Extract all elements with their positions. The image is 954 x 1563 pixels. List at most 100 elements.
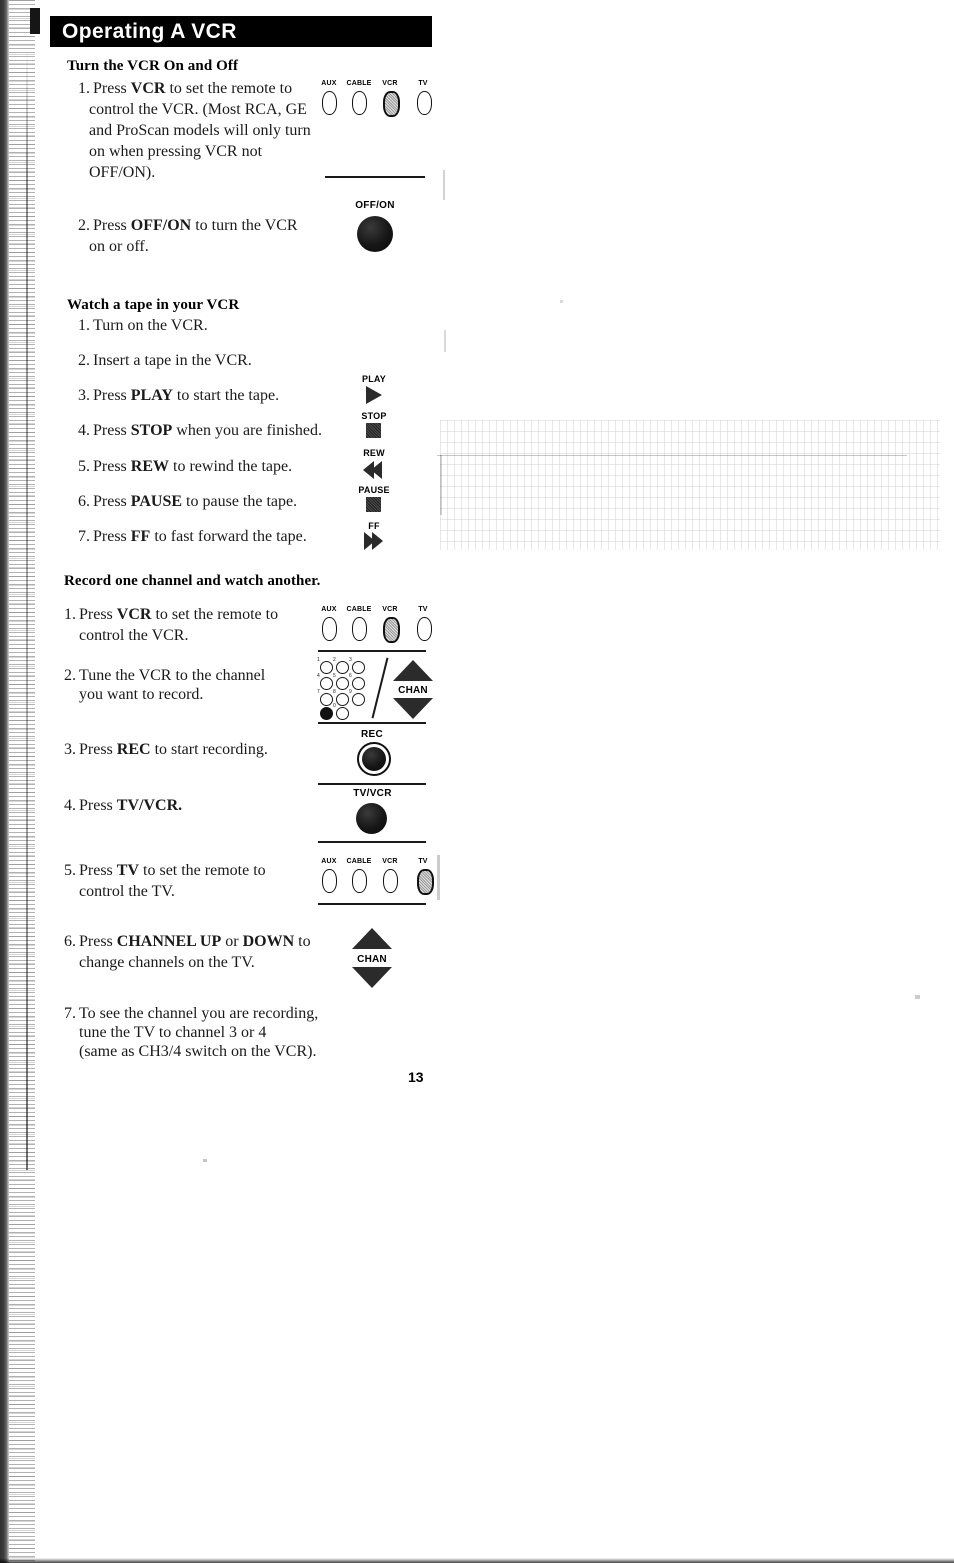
channel-up-arrow-icon[interactable] — [393, 660, 433, 681]
graphic-divider-rule — [318, 650, 426, 652]
graphic-divider-rule — [325, 176, 425, 178]
mode-button-cable[interactable] — [352, 91, 367, 115]
step-number: 6. — [64, 933, 76, 950]
mode-button-vcr[interactable] — [383, 91, 400, 117]
keypad-key-4[interactable] — [320, 677, 333, 690]
mode-button-aux[interactable] — [322, 91, 337, 115]
step-text-part: to pause the tape. — [182, 493, 298, 510]
offon-power-button[interactable] — [357, 216, 393, 252]
rec-record-button[interactable] — [357, 742, 391, 776]
step-bold-pause: PAUSE — [130, 493, 183, 510]
channel-down-arrow-icon-bottom[interactable] — [352, 967, 392, 988]
keypad-key-8[interactable] — [336, 693, 349, 706]
tvvcr-toggle-button[interactable] — [356, 803, 387, 834]
step-text-part: Press — [93, 422, 131, 439]
keypad-key-3[interactable] — [352, 661, 365, 674]
stop-button-label: STOP — [361, 411, 387, 421]
mode-label-vcr: VCR — [382, 606, 398, 613]
step-text-part: Press — [93, 387, 131, 404]
step-text-line: control the VCR. (Most RCA, GE — [89, 101, 307, 118]
stop-square-icon[interactable] — [366, 423, 381, 438]
step-text-press-stop: Press STOP when you are finished. — [93, 420, 343, 441]
mode-button-tv[interactable] — [417, 617, 432, 641]
play-button-label: PLAY — [362, 374, 386, 384]
rew-button-label: REW — [363, 448, 385, 458]
step-number: 5. — [64, 862, 76, 879]
step-text-line: OFF/ON). — [89, 164, 156, 181]
step-text-see-recording-channel: To see the channel you are recording, — [79, 1005, 319, 1022]
step-text-line: change channels on the TV. — [79, 954, 255, 971]
step-bold-offon: OFF/ON — [130, 217, 192, 234]
manual-page: Operating A VCR Turn the VCR On and Off … — [0, 0, 954, 1563]
step-text-part: Press — [79, 606, 117, 623]
keypad-divider-slash — [371, 657, 389, 719]
step-text-press-offon: Press OFF/ON to turn the VCR — [93, 215, 323, 236]
step-text-line: tune the TV to channel 3 or 4 — [79, 1024, 267, 1041]
step-bold-stop: STOP — [130, 422, 173, 439]
keypad-key-6[interactable] — [352, 677, 365, 690]
step-text-line: on or off. — [89, 238, 149, 255]
mode-button-cable[interactable] — [352, 617, 367, 641]
keypad-key-7[interactable] — [320, 693, 333, 706]
key-number-label: 6 — [349, 673, 352, 679]
ff-button-label: FF — [368, 521, 380, 531]
mode-button-aux[interactable] — [322, 869, 337, 893]
play-triangle-icon[interactable] — [366, 386, 382, 404]
step-text-press-rec: Press REC to start recording. — [79, 739, 324, 760]
channel-down-arrow-icon[interactable] — [393, 698, 433, 719]
mode-button-tv[interactable] — [417, 869, 434, 895]
step-text-part: Press — [93, 217, 131, 234]
mode-button-aux[interactable] — [322, 617, 337, 641]
step-text-part: Press — [79, 741, 117, 758]
step-number: 1. — [78, 317, 90, 334]
step-bold-ff: FF — [130, 528, 151, 545]
page-number: 13 — [408, 1069, 424, 1085]
keypad-key-0[interactable] — [336, 707, 349, 720]
step-number: 4. — [64, 797, 76, 814]
offon-button-label: OFF/ON — [355, 200, 395, 211]
step-text-line: on when pressing VCR not — [89, 143, 263, 160]
mode-button-vcr[interactable] — [383, 869, 398, 893]
step-number: 2. — [78, 217, 90, 234]
mode-button-cable[interactable] — [352, 869, 367, 893]
numeric-keypad-graphic[interactable]: 1 2 3 4 5 6 7 8 9 0 CHAN — [316, 657, 433, 720]
keypad-key-2[interactable] — [336, 661, 349, 674]
fast-forward-chevron-icon-2[interactable] — [372, 532, 383, 550]
step-number: 4. — [78, 422, 90, 439]
step-text-part: to set the remote to — [151, 606, 279, 623]
keypad-key-enter[interactable] — [320, 707, 333, 720]
mode-label-vcr: VCR — [382, 858, 398, 865]
keypad-key-1[interactable] — [320, 661, 333, 674]
key-number-label: 4 — [317, 673, 320, 679]
key-number-label: 2 — [333, 657, 336, 663]
step-text-line: control the VCR. — [79, 627, 189, 644]
keypad-key-5[interactable] — [336, 677, 349, 690]
mode-button-vcr[interactable] — [383, 617, 400, 643]
rec-inner-dot — [362, 747, 386, 771]
step-text-turn-on-vcr: Turn on the VCR. — [93, 317, 208, 334]
step-number: 2. — [64, 667, 76, 684]
step-text-part: to set the remote to — [165, 80, 293, 97]
key-number-label: 3 — [349, 657, 352, 663]
step-text-tune-vcr: Tune the VCR to the channel — [79, 667, 266, 684]
pause-square-icon[interactable] — [366, 497, 381, 512]
step-bold-vcr: VCR — [130, 80, 166, 97]
key-number-label: 7 — [317, 689, 320, 695]
step-bold-down: DOWN — [242, 933, 295, 950]
rewind-chevron-icon-2[interactable] — [371, 461, 382, 479]
mode-button-tv[interactable] — [417, 91, 432, 115]
step-text-part: to start recording. — [150, 741, 268, 758]
step-text-part: to set the remote to — [139, 862, 266, 879]
graphic-divider-rule — [318, 841, 426, 843]
step-number: 3. — [78, 387, 90, 404]
mode-label-aux: AUX — [321, 606, 337, 613]
channel-up-arrow-icon-bottom[interactable] — [352, 928, 392, 949]
step-text-line: (same as CH3/4 switch on the VCR). — [79, 1043, 317, 1060]
mode-label-cable: CABLE — [346, 80, 372, 87]
step-bold-rew: REW — [130, 458, 170, 475]
mode-label-tv: TV — [418, 858, 428, 865]
step-text-press-tvvcr: Press TV/VCR. — [79, 795, 324, 816]
step-text-part: or — [221, 933, 243, 950]
step-text-part: Press — [93, 458, 131, 475]
keypad-key-9[interactable] — [352, 693, 365, 706]
